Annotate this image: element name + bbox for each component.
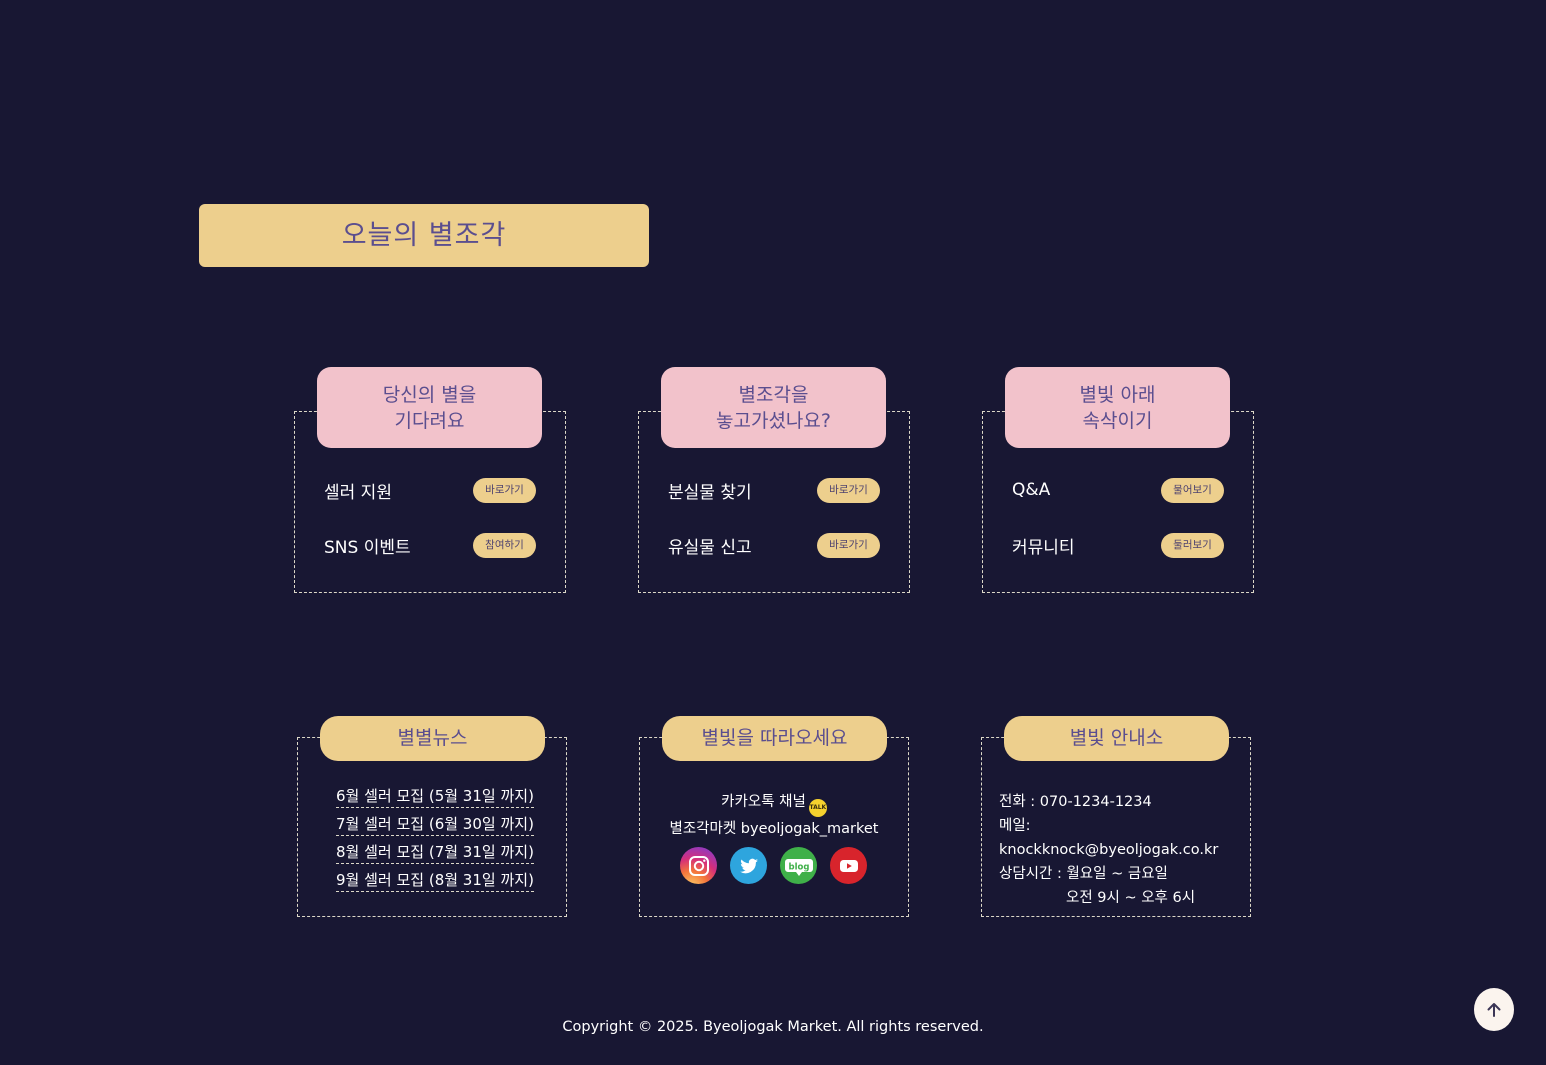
blog-icon[interactable]: blog	[780, 847, 817, 884]
seller-apply-button[interactable]: 바로가기	[473, 477, 536, 503]
row-label: 분실물 찾기	[668, 482, 752, 503]
phone-number: 전화 : 070-1234-1234	[999, 794, 1152, 810]
kakao-channel-label: 카카오톡 채널	[721, 794, 806, 810]
lost-item-button[interactable]: 바로가기	[817, 477, 880, 503]
card-row-community: 커뮤니티 둘러보기	[1012, 532, 1224, 558]
community-card-title-line1: 별빛 아래	[1079, 383, 1156, 406]
consult-hours-time: 오전 9시 ~ 오후 6시	[1066, 890, 1196, 906]
news-card-title: 별별뉴스	[320, 716, 545, 761]
card-row-qna: Q&A 물어보기	[1012, 477, 1224, 503]
community-card-title-line2: 속삭이기	[1082, 409, 1153, 432]
row-label: 유실물 신고	[668, 537, 752, 558]
seller-card-title-line2: 기다려요	[394, 409, 465, 432]
news-list: 6월 셀러 모집 (5월 31일 까지) 7월 셀러 모집 (6월 30일 까지…	[336, 785, 534, 897]
kakao-talk-icon: TALK	[808, 799, 827, 817]
seller-card-title-line1: 당신의 별을	[382, 383, 477, 406]
card-row-lost-item: 분실물 찾기 바로가기	[668, 477, 880, 503]
row-label: 커뮤니티	[1012, 537, 1075, 558]
blog-icon-text: blog	[788, 862, 809, 872]
row-label: 셀러 지원	[324, 482, 392, 503]
info-text: 전화 : 070-1234-1234 메일: knockknock@byeolj…	[999, 790, 1250, 910]
lost-found-card-title: 별조각을 놓고가셨나요?	[661, 367, 886, 448]
card-row-sns-event: SNS 이벤트 참여하기	[324, 532, 536, 558]
community-browse-button[interactable]: 둘러보기	[1161, 532, 1224, 558]
seller-card: 당신의 별을 기다려요 셀러 지원 바로가기 SNS 이벤트 참여하기	[294, 367, 566, 593]
seller-card-title: 당신의 별을 기다려요	[317, 367, 542, 448]
scroll-top-button[interactable]	[1474, 988, 1514, 1031]
consult-hours-days: 상담시간 : 월요일 ~ 금요일	[999, 866, 1168, 882]
news-item[interactable]: 7월 셀러 모집 (6월 30일 까지)	[336, 813, 534, 836]
qna-ask-button[interactable]: 물어보기	[1161, 477, 1224, 503]
info-card-title: 별빛 안내소	[1004, 716, 1229, 761]
card-row-seller-apply: 셀러 지원 바로가기	[324, 477, 536, 503]
follow-text: 카카오톡 채널 TALK 별조각마켓 byeoljogak_market	[640, 790, 908, 841]
news-item[interactable]: 6월 셀러 모집 (5월 31일 까지)	[336, 785, 534, 808]
news-item[interactable]: 9월 셀러 모집 (8월 31일 까지)	[336, 869, 534, 892]
lost-found-card-title-line1: 별조각을	[738, 383, 809, 406]
community-card: 별빛 아래 속삭이기 Q&A 물어보기 커뮤니티 둘러보기	[982, 367, 1254, 593]
kakao-channel-link[interactable]: 카카오톡 채널 TALK	[640, 790, 908, 817]
report-lost-button[interactable]: 바로가기	[817, 532, 880, 558]
email-address: 메일: knockknock@byeoljogak.co.kr	[999, 818, 1219, 858]
sns-event-join-button[interactable]: 참여하기	[473, 532, 536, 558]
arrow-up-icon	[1487, 1002, 1501, 1017]
social-links: blog	[680, 847, 867, 884]
row-label: SNS 이벤트	[324, 537, 411, 558]
follow-card: 별빛을 따라오세요 카카오톡 채널 TALK 별조각마켓 byeoljogak_m…	[639, 716, 909, 917]
youtube-icon[interactable]	[830, 847, 867, 884]
lost-found-card: 별조각을 놓고가셨나요? 분실물 찾기 바로가기 유실물 신고 바로가기	[638, 367, 910, 593]
news-card: 별별뉴스 6월 셀러 모집 (5월 31일 까지) 7월 셀러 모집 (6월 3…	[297, 716, 567, 917]
info-card: 별빛 안내소 전화 : 070-1234-1234 메일: knockknock…	[981, 716, 1251, 917]
community-card-title: 별빛 아래 속삭이기	[1005, 367, 1230, 448]
card-row-report-lost: 유실물 신고 바로가기	[668, 532, 880, 558]
copyright: Copyright © 2025. Byeoljogak Market. All…	[562, 1019, 984, 1035]
section-title: 오늘의 별조각	[199, 204, 649, 267]
follow-card-title: 별빛을 따라오세요	[662, 716, 887, 761]
twitter-icon[interactable]	[730, 847, 767, 884]
news-item[interactable]: 8월 셀러 모집 (7월 31일 까지)	[336, 841, 534, 864]
row-label: Q&A	[1012, 480, 1051, 500]
instagram-icon[interactable]	[680, 847, 717, 884]
lost-found-card-title-line2: 놓고가셨나요?	[716, 409, 831, 432]
account-line: 별조각마켓 byeoljogak_market	[669, 821, 879, 837]
